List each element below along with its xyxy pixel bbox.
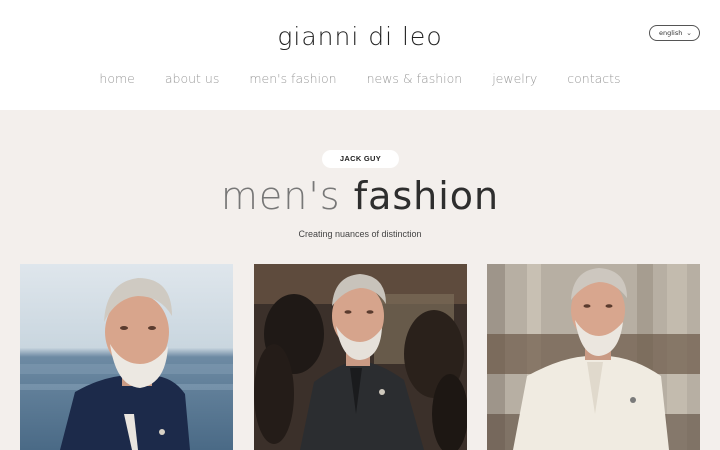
nav-item-mens-fashion[interactable]: men's fashion [249,71,336,86]
nav-item-home[interactable]: home [99,71,134,86]
page-subtitle: Creating nuances of distinction [298,229,422,239]
nav-item-news-fashion[interactable]: news & fashion [367,71,463,86]
gallery-photo-2[interactable] [254,264,467,450]
page-title-light: men's [220,174,354,218]
nav-item-contacts[interactable]: contacts [567,71,620,86]
brand-logo[interactable]: gianni di leo [0,22,720,51]
nav-item-jewelry[interactable]: jewelry [492,71,537,86]
language-selected-label: english [659,29,683,37]
page-title-heavy: fashion [353,174,500,218]
main-navigation: home about us men's fashion news & fashi… [0,71,720,86]
photo-2-image [254,264,467,450]
nav-item-about-us[interactable]: about us [165,71,219,86]
photo-1-image [20,264,233,450]
language-selector[interactable]: english ⌄ [649,25,700,41]
page-title: men's fashion [0,174,720,218]
collection-tag: JACK GUY [322,150,399,168]
gallery-photo-1[interactable] [20,264,233,450]
photo-3-image [487,264,700,450]
chevron-down-icon: ⌄ [686,29,692,37]
gallery-photo-3[interactable] [487,264,700,450]
site-header: gianni di leo english ⌄ home about us me… [0,0,720,110]
